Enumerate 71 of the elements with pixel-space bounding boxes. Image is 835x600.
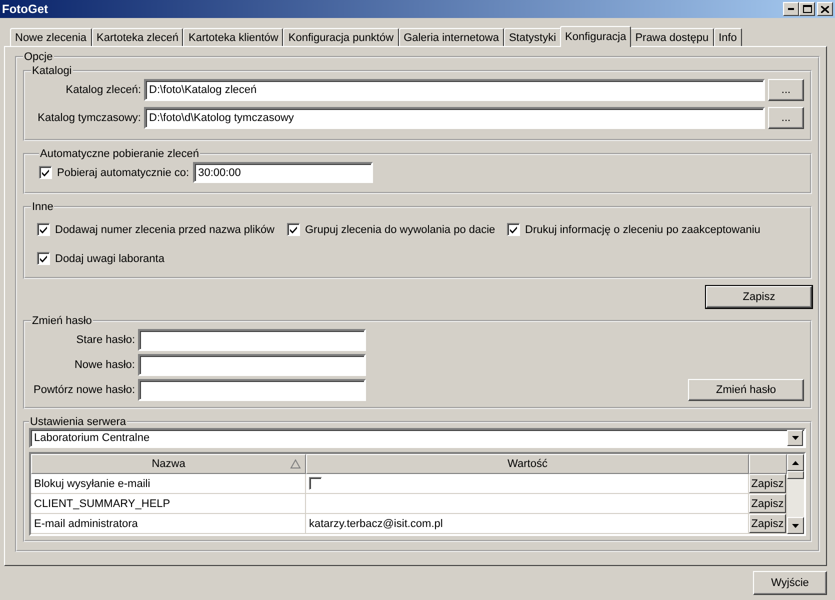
password-field[interactable] xyxy=(138,379,366,401)
dropdown[interactable]: Laboratorium Centralne xyxy=(29,428,806,448)
input-field[interactable]: D:\foto\Katalog zleceń xyxy=(144,79,765,101)
close-button[interactable] xyxy=(817,2,833,16)
checkbox-label: Drukuj informację o zleceniu po zaakceptowaniu xyxy=(525,224,760,236)
dropdown-value: Laboratorium Centralne xyxy=(34,432,150,444)
tab[interactable]: Prawa dostępu xyxy=(630,28,714,46)
minimize-button[interactable] xyxy=(783,2,799,16)
table-cell: CLIENT_SUMMARY_HELP xyxy=(31,494,306,514)
group-title: Inne xyxy=(31,201,54,213)
maximize-button[interactable] xyxy=(799,2,815,16)
field-label: Katalog zleceń: xyxy=(64,84,141,96)
tab[interactable]: Nowe zlecenia xyxy=(10,28,92,46)
field-label: Powtórz nowe hasło: xyxy=(32,384,135,396)
checkbox[interactable] xyxy=(507,223,520,236)
group-title: Automatyczne pobieranie zleceń xyxy=(39,148,200,160)
input-field[interactable]: 30:00:00 xyxy=(193,162,374,183)
group-title: Katalogi xyxy=(31,65,73,77)
up-arrow-icon xyxy=(792,460,799,464)
tab[interactable]: Galeria internetowa xyxy=(398,28,504,46)
scroll-thumb[interactable] xyxy=(787,471,804,479)
check-mark-icon xyxy=(509,225,518,234)
group-title: Ustawienia serwera xyxy=(29,416,127,428)
field-label: Katalog tymczasowy: xyxy=(36,112,141,124)
checkbox-label: Grupuj zlecenia do wywolania po dacie xyxy=(305,224,496,236)
checkbox[interactable] xyxy=(37,252,50,265)
change-password-button[interactable]: Zmień hasło xyxy=(688,379,804,401)
tab[interactable]: Info xyxy=(714,28,742,46)
check-mark-icon xyxy=(289,225,298,234)
save-button[interactable]: Zapisz xyxy=(706,286,812,308)
column-header[interactable]: Nazwa xyxy=(31,454,306,474)
checkbox-label: Pobieraj automatycznie co: xyxy=(57,166,190,178)
check-mark-icon xyxy=(39,254,48,263)
checkbox[interactable] xyxy=(309,477,322,490)
down-arrow-icon xyxy=(792,436,798,440)
table-cell: katarzy.terbacz@isit.com.pl xyxy=(306,514,749,534)
minimize-icon xyxy=(788,8,794,10)
browse-button[interactable]: ... xyxy=(768,107,804,129)
exit-button[interactable]: Wyjście xyxy=(753,571,827,595)
check-mark-icon xyxy=(39,225,48,234)
group-title: Zmień hasło xyxy=(31,315,93,327)
tab[interactable]: Konfiguracja punktów xyxy=(283,28,399,46)
scrollbar[interactable] xyxy=(787,454,804,534)
group-title: Opcje xyxy=(23,51,54,63)
tab[interactable]: Kartoteka zleceń xyxy=(92,28,184,46)
window-title: FotoGet xyxy=(2,2,48,16)
checkbox-label: Dodaj uwagi laboranta xyxy=(55,252,164,264)
field-label: Stare hasło: xyxy=(75,334,135,346)
sort-triangle-icon xyxy=(290,459,301,469)
checkbox-label: Dodawaj numer zlecenia przed nazwa plików xyxy=(55,224,275,236)
field-label: Nowe hasło: xyxy=(73,359,135,371)
row-save-button[interactable]: Zapisz xyxy=(749,494,786,513)
check-mark-icon xyxy=(41,168,50,177)
checkbox[interactable] xyxy=(287,223,300,236)
row-save-button[interactable]: Zapisz xyxy=(749,514,786,533)
table-cell: Blokuj wysyłanie e-maili xyxy=(31,474,306,494)
table-cell: E-mail administratora xyxy=(31,514,306,534)
row-save-button[interactable]: Zapisz xyxy=(749,474,786,493)
tab[interactable]: Konfiguracja xyxy=(560,26,632,47)
close-icon xyxy=(821,6,829,12)
checkbox[interactable] xyxy=(37,223,50,236)
input-field[interactable]: D:\foto\d\Katolog tymczasowy xyxy=(144,107,765,129)
password-field[interactable] xyxy=(138,354,366,376)
tab[interactable]: Statystyki xyxy=(504,28,562,46)
maximize-icon xyxy=(802,5,812,13)
password-field[interactable] xyxy=(138,329,366,351)
checkbox[interactable] xyxy=(39,166,52,179)
tab[interactable]: Kartoteka klientów xyxy=(183,28,284,46)
down-arrow-icon xyxy=(792,524,799,528)
column-header[interactable]: Wartość xyxy=(306,454,749,474)
browse-button[interactable]: ... xyxy=(768,79,804,101)
